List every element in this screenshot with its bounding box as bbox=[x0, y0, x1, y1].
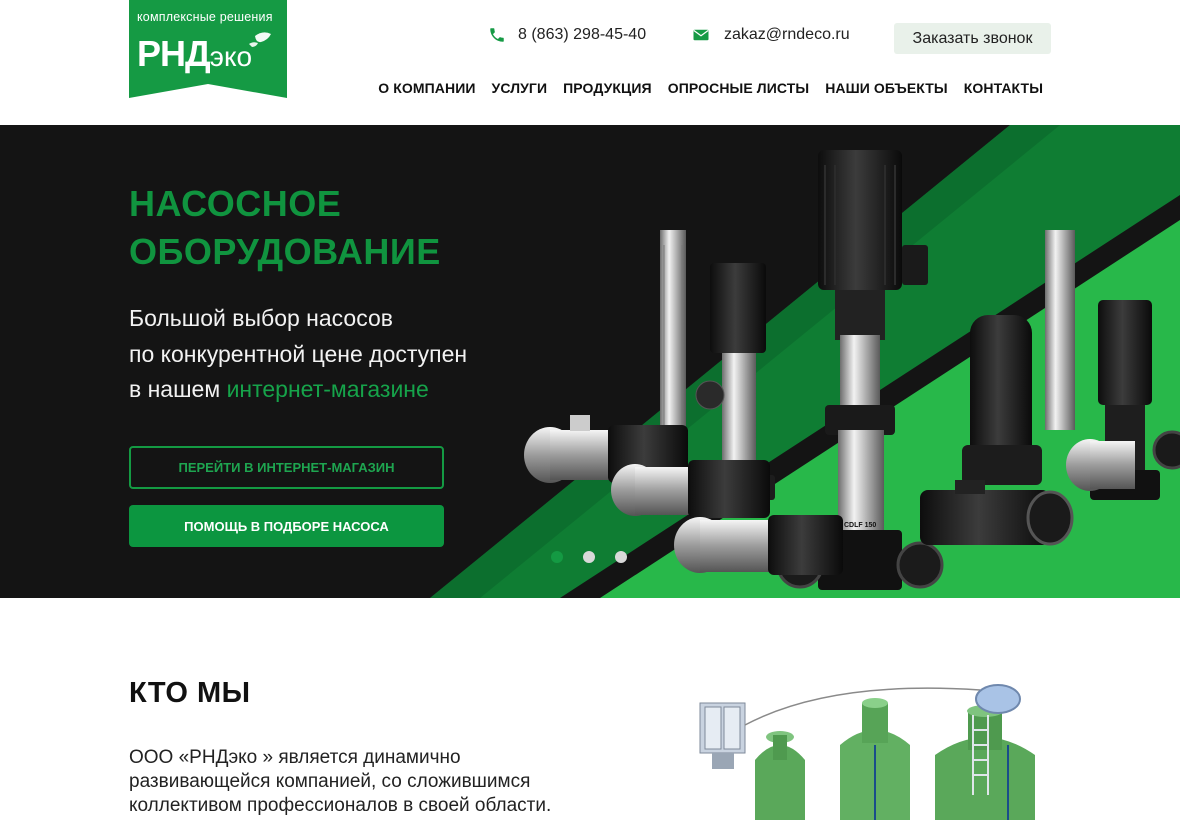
horizontal-pump-right bbox=[920, 480, 1074, 546]
hero-title-line2: ОБОРУДОВАНИЕ bbox=[129, 231, 441, 272]
logo-tagline: комплексные решения bbox=[137, 10, 273, 24]
go-to-shop-button[interactable]: ПЕРЕЙТИ В ИНТЕРНЕТ-МАГАЗИН bbox=[129, 446, 444, 489]
about-text-line2: развивающейся компанией, со сложившимся bbox=[129, 771, 531, 792]
callback-button[interactable]: Заказать звонок bbox=[894, 23, 1051, 54]
about-text-line1: ООО «РНДэко » является динамично bbox=[129, 747, 461, 768]
vertical-pump-left-motor bbox=[710, 263, 766, 353]
nav-item-contacts[interactable]: КОНТАКТЫ bbox=[964, 80, 1043, 96]
horizontal-pump-far-right bbox=[1066, 439, 1135, 491]
nav-item-questionnaires[interactable]: ОПРОСНЫЕ ЛИСТЫ bbox=[668, 80, 809, 96]
about-text-line3: коллективом профессионалов в своей облас… bbox=[129, 795, 552, 816]
hero-subtitle-line2: по конкурентной цене доступен bbox=[129, 340, 468, 367]
slider-dot-1[interactable] bbox=[551, 551, 563, 563]
hero-slider: НАСОСНОЕ ОБОРУДОВАНИЕ Большой выбор насо… bbox=[0, 125, 1180, 598]
pump-model-label: CDLF 150 bbox=[844, 522, 876, 529]
hero-subtitle: Большой выбор насосов по конкурентной це… bbox=[129, 301, 467, 408]
about-text: ООО «РНДэко » является динамично развива… bbox=[129, 746, 551, 818]
vertical-pump-right-motor bbox=[1098, 300, 1152, 405]
nav-item-projects[interactable]: НАШИ ОБЪЕКТЫ bbox=[825, 80, 948, 96]
slider-dots bbox=[551, 551, 627, 563]
hero-subtitle-prefix: в нашем bbox=[129, 376, 227, 402]
site-logo[interactable]: комплексные решения РНДэко bbox=[129, 0, 287, 98]
horizontal-pump-front bbox=[674, 515, 843, 575]
main-nav: О КОМПАНИИ УСЛУГИ ПРОДУКЦИЯ ОПРОСНЫЕ ЛИС… bbox=[378, 80, 1043, 96]
email-address[interactable]: zakaz@rndeco.ru bbox=[724, 26, 850, 44]
vertical-pump-center-motor bbox=[818, 150, 902, 290]
slider-dot-3[interactable] bbox=[615, 551, 627, 563]
sewage-pump bbox=[970, 315, 1032, 465]
phone-number[interactable]: 8 (863) 298-45-40 bbox=[518, 26, 646, 44]
hero-shop-link[interactable]: интернет-магазине bbox=[227, 376, 429, 402]
horizontal-pump-middle bbox=[611, 460, 770, 518]
borehole-pump-right bbox=[1045, 230, 1075, 430]
header-email[interactable]: zakaz@rndeco.ru bbox=[690, 26, 850, 44]
logo-name: РНДэко bbox=[137, 33, 252, 75]
logo-name-main: РНД bbox=[137, 33, 211, 74]
nav-item-company[interactable]: О КОМПАНИИ bbox=[378, 80, 475, 96]
site-header: комплексные решения РНДэко 8 (863) 298-4… bbox=[0, 0, 1180, 125]
about-title: КТО МЫ bbox=[129, 677, 251, 709]
envelope-icon bbox=[693, 29, 709, 41]
phone-icon bbox=[490, 28, 504, 42]
hero-title: НАСОСНОЕ ОБОРУДОВАНИЕ bbox=[129, 180, 441, 276]
tank-lid-open bbox=[975, 684, 1021, 714]
header-phone[interactable]: 8 (863) 298-45-40 bbox=[488, 26, 646, 44]
nav-item-services[interactable]: УСЛУГИ bbox=[492, 80, 548, 96]
pumps-illustration: CDLF 150 bbox=[524, 150, 1180, 590]
hero-subtitle-line1: Большой выбор насосов bbox=[129, 305, 393, 331]
logo-name-sub: эко bbox=[209, 41, 253, 72]
nav-item-products[interactable]: ПРОДУКЦИЯ bbox=[563, 80, 652, 96]
hero-title-line1: НАСОСНОЕ bbox=[129, 183, 342, 224]
slider-dot-2[interactable] bbox=[583, 551, 595, 563]
hero-subtitle-line3: в нашем интернет-магазине bbox=[129, 372, 467, 408]
pump-selection-help-button[interactable]: ПОМОЩЬ В ПОДБОРЕ НАСОСА bbox=[129, 505, 444, 547]
treatment-plant-illustration bbox=[699, 684, 1035, 820]
